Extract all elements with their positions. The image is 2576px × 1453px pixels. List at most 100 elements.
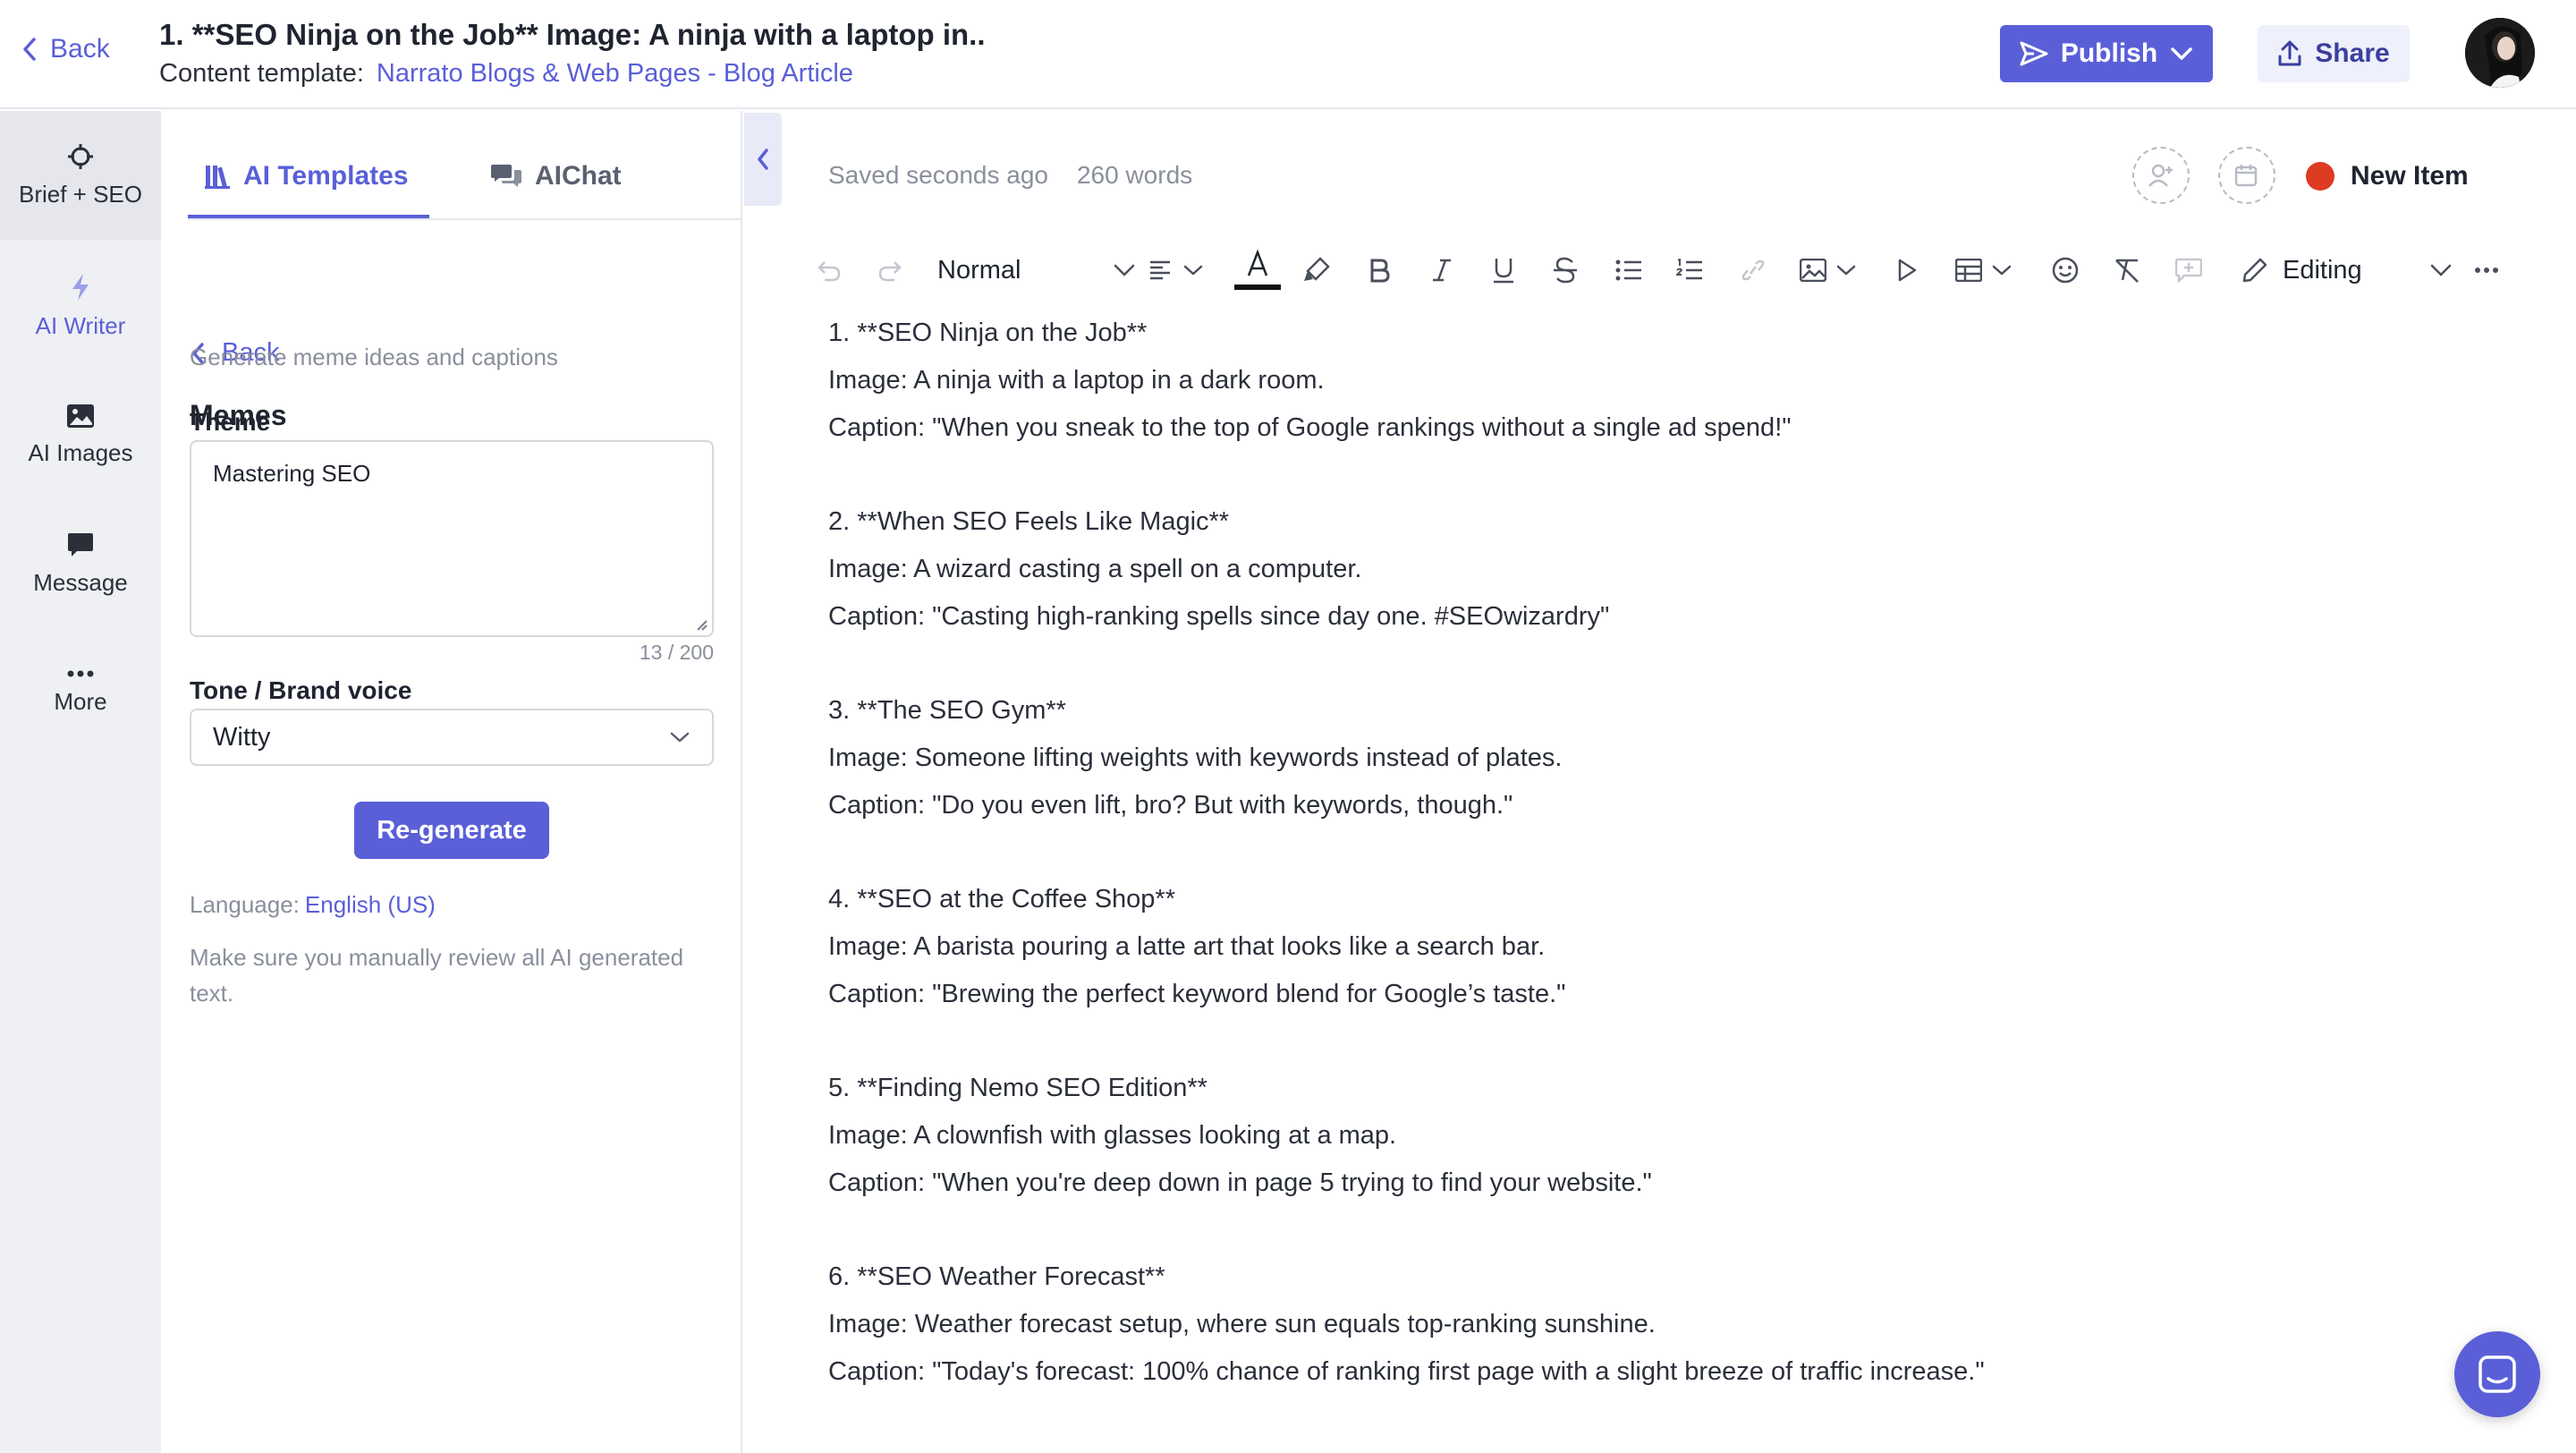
content-blank-line: [828, 641, 2438, 687]
image-icon: [1800, 259, 1826, 282]
chevron-down-icon: [1113, 263, 1136, 277]
tab-aichat[interactable]: AIChat: [490, 134, 622, 218]
document-title[interactable]: 1. **SEO Ninja on the Job** Image: A nin…: [159, 18, 986, 52]
strikethrough-button[interactable]: [1553, 245, 1578, 295]
rail-item-label: Brief + SEO: [19, 180, 142, 208]
text-color-button[interactable]: [1234, 245, 1281, 295]
bullet-list-icon: [1615, 259, 1642, 281]
content-line: Image: A clownfish with glasses looking …: [828, 1121, 1397, 1150]
content-line: Image: A ninja with a laptop in a dark r…: [828, 366, 1325, 395]
chat-icon: [2478, 1355, 2517, 1394]
content-blank-line: [828, 829, 2438, 876]
image-icon: [66, 404, 95, 429]
ai-writer-panel: AI Templates AIChat Back Memes Generate …: [161, 111, 742, 1453]
text-style-value: Normal: [937, 255, 1021, 285]
bolt-icon: [70, 273, 91, 302]
text-style-select[interactable]: Normal: [937, 245, 1136, 295]
theme-textarea[interactable]: Mastering SEO: [190, 440, 714, 637]
content-line: 3. **The SEO Gym**: [828, 696, 1066, 725]
pencil-icon: [2241, 257, 2268, 284]
review-note: Make sure you manually review all AI gen…: [190, 944, 684, 1007]
clear-format-button[interactable]: [2113, 245, 2141, 295]
insert-table-button[interactable]: [1955, 245, 2012, 295]
content-line: Caption: "When you're deep down in page …: [828, 1168, 1652, 1197]
insert-image-button[interactable]: [1800, 245, 1857, 295]
schedule-button[interactable]: [2218, 147, 2275, 204]
theme-value: Mastering SEO: [213, 460, 371, 487]
content-blank-line: [828, 452, 2438, 498]
status-dot: [2306, 162, 2334, 191]
content-line: Image: A barista pouring a latte art tha…: [828, 932, 1546, 961]
rail-item-label: AI Images: [28, 438, 133, 466]
resize-handle-icon[interactable]: [694, 617, 708, 632]
share-button[interactable]: Share: [2258, 25, 2410, 82]
add-comment-button[interactable]: [2175, 245, 2202, 295]
user-avatar[interactable]: [2465, 18, 2535, 88]
assign-user-button[interactable]: [2132, 147, 2190, 204]
active-tab-indicator: [188, 215, 429, 218]
collapse-panel-button[interactable]: [744, 113, 782, 206]
rail-item-ai-images[interactable]: AI Images: [0, 370, 161, 499]
bold-icon: [1368, 258, 1390, 283]
template-link[interactable]: Narrato Blogs & Web Pages - Blog Article: [377, 59, 853, 88]
link-button[interactable]: [1739, 245, 1767, 295]
chevron-down-icon: [2170, 47, 2193, 61]
italic-icon: [1431, 258, 1453, 283]
content-line: Caption: "Do you even lift, bro? But wit…: [828, 791, 1513, 820]
regenerate-button[interactable]: Re-generate: [354, 802, 549, 859]
text-color-icon: [1234, 249, 1281, 292]
align-left-icon: [1148, 259, 1174, 281]
add-user-icon: [2148, 163, 2174, 188]
chevron-down-icon: [1991, 264, 2012, 276]
content-line: Caption: "Casting high-ranking spells si…: [828, 602, 1610, 631]
content-line: 4. **SEO at the Coffee Shop**: [828, 885, 1176, 913]
content-line: Image: Weather forecast setup, where sun…: [828, 1310, 1656, 1338]
rail-item-label: Message: [33, 568, 128, 596]
content-line: Caption: "Today's forecast: 100% chance …: [828, 1357, 1985, 1386]
more-options-button[interactable]: [2474, 245, 2499, 295]
language-line: Language: English (US): [190, 891, 436, 919]
highlight-button[interactable]: [1302, 245, 1331, 295]
bullet-list-button[interactable]: [1615, 245, 1642, 295]
tone-value: Witty: [213, 722, 271, 752]
back-button[interactable]: Back: [21, 34, 110, 64]
numbered-list-icon: [1676, 259, 1703, 282]
editor-content[interactable]: 1. **SEO Ninja on the Job** Image: A nin…: [828, 310, 2438, 1396]
italic-button[interactable]: [1431, 245, 1453, 295]
workflow-status[interactable]: New Item: [2306, 161, 2469, 191]
emoji-button[interactable]: [2052, 245, 2079, 295]
align-button[interactable]: [1148, 245, 1204, 295]
underline-icon: [1492, 257, 1515, 284]
underline-button[interactable]: [1492, 245, 1515, 295]
rail-item-ai-writer[interactable]: AI Writer: [0, 242, 161, 370]
rail-item-more[interactable]: More: [0, 628, 161, 757]
status-label: New Item: [2351, 161, 2469, 191]
library-icon: [204, 163, 231, 190]
support-chat-button[interactable]: [2454, 1331, 2540, 1417]
message-icon: [66, 531, 95, 558]
insert-video-button[interactable]: [1896, 245, 1918, 295]
chat-icon: [490, 163, 522, 190]
content-template-line: Content template: Narrato Blogs & Web Pag…: [159, 59, 853, 89]
tone-select[interactable]: Witty: [190, 709, 714, 766]
more-icon: [2474, 267, 2499, 274]
numbered-list-button[interactable]: [1676, 245, 1703, 295]
editing-mode-select[interactable]: Editing: [2241, 245, 2453, 295]
bold-button[interactable]: [1368, 245, 1390, 295]
undo-button[interactable]: [814, 245, 843, 295]
redo-button[interactable]: [877, 245, 905, 295]
content-blank-line: [828, 1018, 2438, 1065]
publish-button[interactable]: Publish: [2000, 25, 2213, 82]
language-link[interactable]: English (US): [305, 891, 436, 918]
editor-toolbar: Normal Editing: [814, 245, 2504, 295]
content-blank-line: [828, 1207, 2438, 1253]
play-icon: [1896, 258, 1918, 283]
rail-item-message[interactable]: Message: [0, 499, 161, 628]
content-line: Image: A wizard casting a spell on a com…: [828, 555, 1362, 583]
top-header: Back 1. **SEO Ninja on the Job** Image: …: [0, 0, 2576, 109]
tab-ai-templates[interactable]: AI Templates: [204, 134, 409, 218]
rail-item-brief-seo[interactable]: Brief + SEO: [0, 111, 161, 240]
theme-char-counter: 13 / 200: [639, 641, 714, 664]
calendar-icon: [2233, 163, 2260, 188]
rail-item-label: More: [54, 687, 107, 715]
